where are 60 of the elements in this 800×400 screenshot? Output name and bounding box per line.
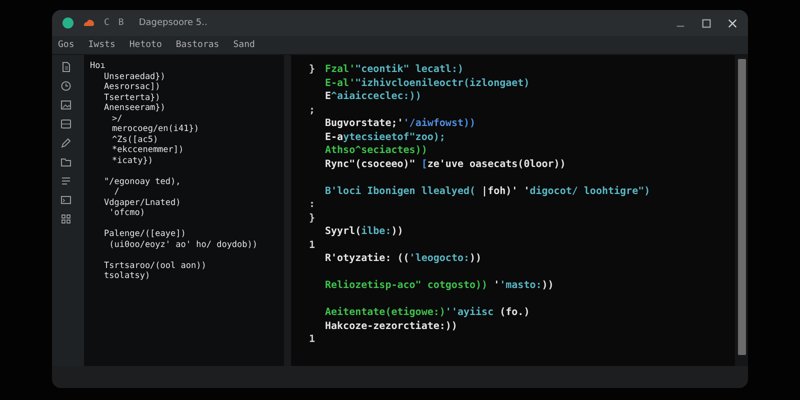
outline-line[interactable]: "/egonoay ted), [104,176,284,187]
outline-line[interactable]: / [104,187,284,198]
outline-line[interactable]: tsolatsy) [104,271,284,282]
close-icon[interactable] [727,18,738,28]
code-line: Reliozetisp-aco" cotgosto)) ''masto:)) [325,279,554,292]
toolbar-glyph[interactable]: C [104,18,110,28]
outline-line[interactable]: Hoı [90,61,284,72]
outline-line[interactable]: Tserterta}) [104,92,284,103]
code-line: E-aytecsieetof"zoo); [325,130,446,144]
fold-marker[interactable]: 1 [309,240,316,250]
toolbar-glyph[interactable]: B [118,18,124,28]
menu-item[interactable]: Bastoras [176,40,220,50]
scrollbar[interactable] [735,55,748,366]
outline-line[interactable]: Aesrorsac]) [104,82,284,92]
outline-line[interactable]: 'ofcmo) [104,208,284,218]
outline-line[interactable]: *ekccenemmer]) [112,145,284,156]
fold-marker[interactable]: ; [309,104,316,116]
app-logo-icon [62,17,74,29]
menu-item[interactable]: Sand [233,40,255,50]
code-line: Hakcoze-zezorctiate:)) [325,320,458,333]
menu-item[interactable]: Hetoto [129,40,162,50]
code-line: Fzal'"ceontik" lecatl:) [325,63,464,76]
code-line: Rync"(csoceeo)" [ze'uve oasecats(0loor)) [325,158,566,171]
code-line: B'loci Ibonigen llealyed( |foh)' 'digocot/ loohtigre") [325,184,650,198]
fold-marker[interactable]: } [309,212,316,224]
scrollbar-thumb[interactable] [738,59,746,355]
fold-marker[interactable]: 1 [309,334,316,345]
menu-item[interactable]: Gos [58,40,74,50]
code-line: Aeitentate(etigowe:)''ayiisc (fo.) [325,306,530,320]
window-title: Dagepsoore 5.. [138,18,208,28]
outline-line[interactable]: *icaty}) [112,156,284,166]
outline-line[interactable]: Anenseeram}) [104,103,284,114]
code-line: R'otyzatie: (('leogocto:)) [325,252,482,266]
cloud-icon [83,17,95,29]
grid-icon[interactable] [60,213,72,225]
outline-line[interactable]: Tsrtsaroo/(ool aon)) [104,260,284,271]
folder-icon[interactable] [60,156,72,168]
menu-item[interactable]: Iwsts [88,40,116,50]
pencil-icon[interactable] [60,137,72,149]
code-line: Bugvorstate;''/aiwfowst)) [325,117,476,130]
outline-line[interactable]: (ui0oo/eoyz' ao' ho/ doydob)) [104,240,284,250]
code-line: E^aiaicceclec:)) [325,90,422,104]
clock-icon[interactable] [60,80,72,92]
document-icon[interactable] [60,61,72,73]
code-line: Syyrl(ilbe:)) [325,225,404,238]
outline-line[interactable]: merocoeg/en(i41}) [112,124,284,134]
outline-line[interactable]: >/ [112,114,284,124]
terminal-icon[interactable] [60,194,72,206]
fold-marker[interactable]: : [309,199,316,210]
list-icon[interactable] [60,175,72,187]
outline-line[interactable]: Palenge/([eaye]) [104,229,284,240]
code-line: E-al'"izhivcloenileoctr(izlongaet) [325,76,530,90]
maximize-icon[interactable] [701,18,712,28]
image-icon[interactable] [60,99,72,111]
fold-marker[interactable]: } [309,64,316,75]
code-line: Athso^seciactes)) [325,144,428,158]
outline-line[interactable]: ^Zs([ac5) [112,134,284,145]
outline-line[interactable]: Unseraedad}) [104,72,284,82]
outline-line[interactable]: Vdgaper/Lnated) [104,198,284,208]
panel-icon[interactable] [60,118,72,130]
